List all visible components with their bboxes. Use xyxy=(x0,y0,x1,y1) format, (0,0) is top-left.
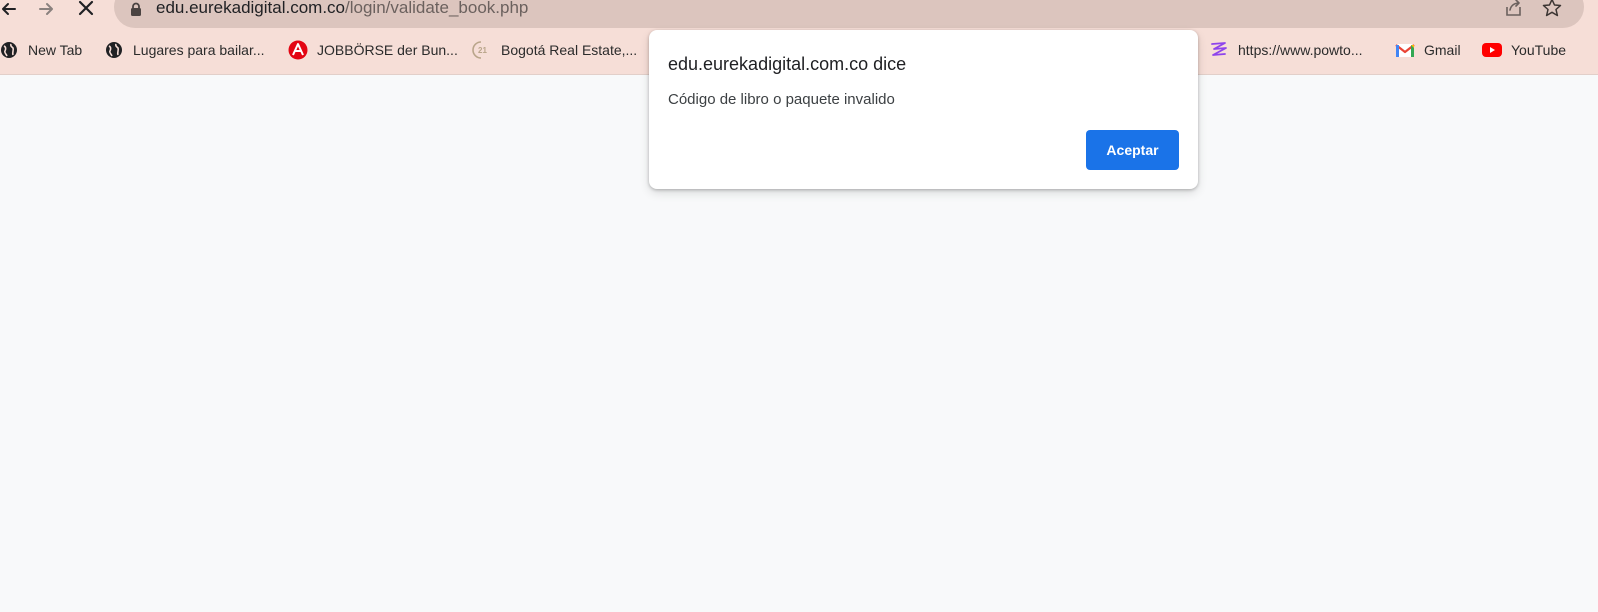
bookmark-lugares-para-bailar[interactable]: Lugares para bailar... xyxy=(104,38,265,62)
dialog-title: edu.eurekadigital.com.co dice xyxy=(668,54,907,74)
bookmark-jobboerse[interactable]: JOBBÖRSE der Bun... xyxy=(288,38,458,62)
globe-icon xyxy=(104,40,124,60)
bookmark-powtoon[interactable]: https://www.powto... xyxy=(1209,38,1363,62)
bookmark-label: New Tab xyxy=(28,42,83,58)
bookmark-label: JOBBÖRSE der Bun... xyxy=(317,42,458,58)
url-host: edu.eurekadigital.com.co xyxy=(156,0,346,17)
arrow-left-icon xyxy=(2,3,16,15)
share-icon[interactable] xyxy=(1504,0,1524,18)
powtoon-icon xyxy=(1209,40,1229,60)
dialog-message: Código de libro o paquete invalido xyxy=(668,91,895,108)
accept-button[interactable]: Aceptar xyxy=(1086,130,1179,170)
bookmark-label: YouTube xyxy=(1511,42,1567,58)
lock-icon xyxy=(131,2,141,16)
arbeitsagentur-icon xyxy=(288,40,308,60)
gmail-icon xyxy=(1395,40,1415,60)
globe-icon xyxy=(0,40,19,60)
bookmark-new-tab[interactable]: New Tab xyxy=(0,38,82,62)
arrow-right-icon xyxy=(39,3,53,15)
alert-dialog: edu.eurekadigital.com.co dice Código de … xyxy=(649,30,1198,189)
back-button[interactable] xyxy=(0,0,20,20)
star-icon[interactable] xyxy=(1542,0,1562,18)
bookmark-label: Lugares para bailar... xyxy=(133,42,265,58)
youtube-icon xyxy=(1482,40,1502,60)
bookmark-youtube[interactable]: YouTube xyxy=(1482,38,1566,62)
address-bar[interactable]: edu.eurekadigital.com.co/login/validate_… xyxy=(114,0,1584,28)
close-icon xyxy=(78,0,94,16)
bookmark-label: Gmail xyxy=(1424,42,1461,58)
forward-button[interactable] xyxy=(35,0,59,20)
bookmark-gmail[interactable]: Gmail xyxy=(1395,38,1461,62)
stop-loading-button[interactable] xyxy=(74,0,98,20)
bookmark-label: Bogotá Real Estate,... xyxy=(501,42,638,58)
century21-icon: 21 xyxy=(472,40,492,60)
url-text: edu.eurekadigital.com.co/login/validate_… xyxy=(156,0,528,18)
bookmark-label: https://www.powto... xyxy=(1238,42,1363,58)
bookmark-bogota-real-estate[interactable]: 21 Bogotá Real Estate,... xyxy=(472,38,637,62)
url-path: /login/validate_book.php xyxy=(345,0,529,17)
svg-text:21: 21 xyxy=(478,46,487,55)
